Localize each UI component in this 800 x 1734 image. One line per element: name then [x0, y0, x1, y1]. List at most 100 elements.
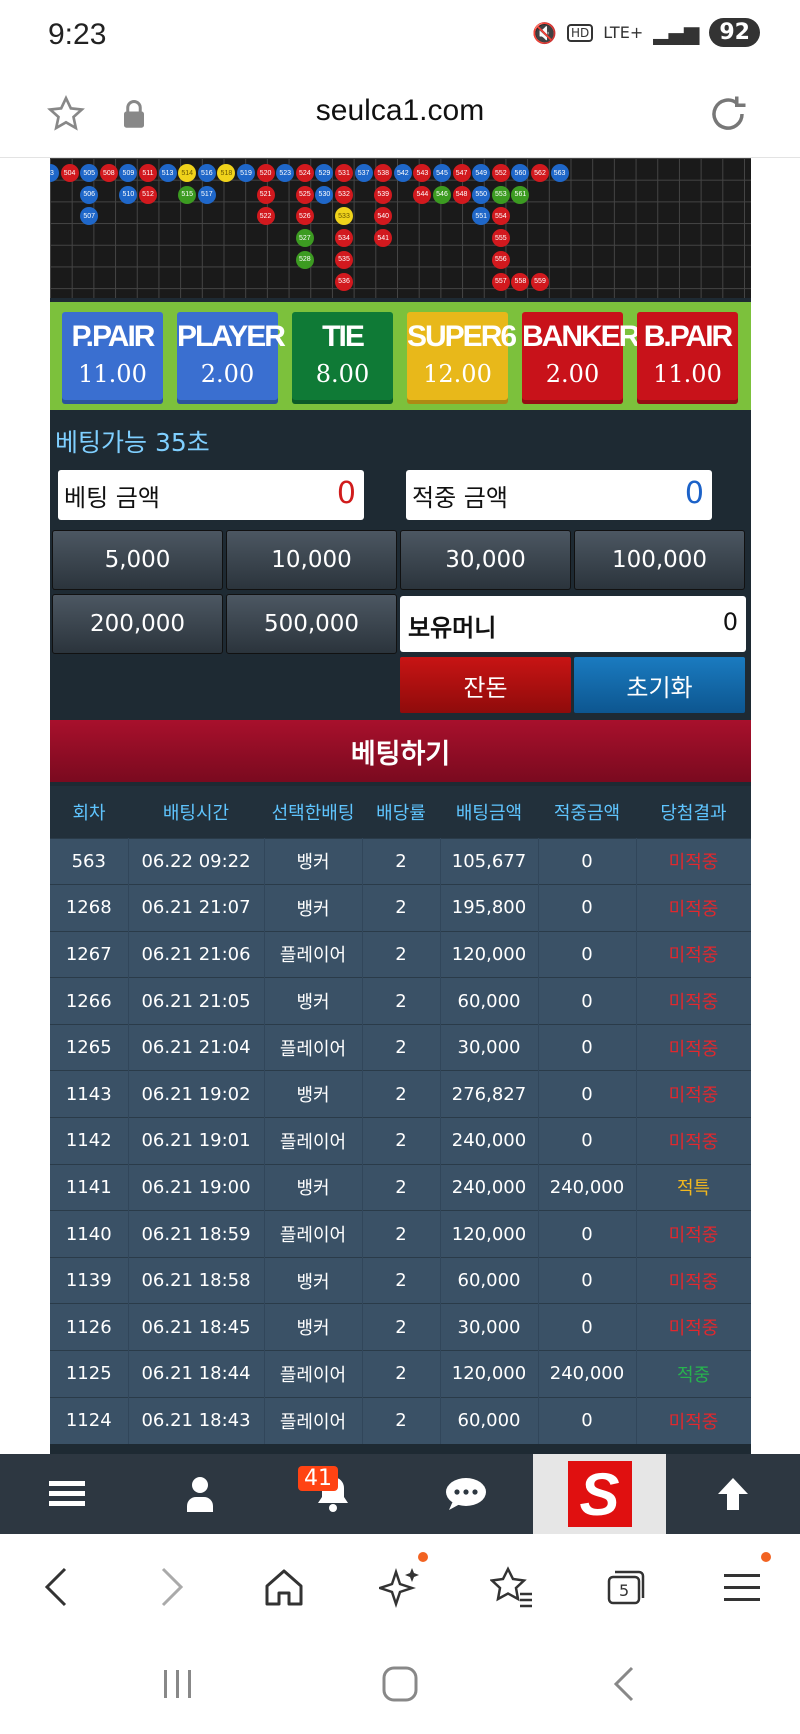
menu-icon[interactable] [0, 1454, 133, 1534]
cell-pick: 플레이어 [264, 1117, 363, 1165]
cell-odds: 2 [362, 930, 441, 978]
roadmap-bead: 561 [511, 185, 530, 204]
cell-time: 06.21 21:04 [128, 1023, 265, 1071]
cell-odds: 2 [362, 1023, 441, 1071]
banker-bet-button[interactable]: BANKER 2.00 [522, 312, 640, 404]
cell-bet: 30,000 [440, 1023, 539, 1071]
roadmap-bead: 559 [531, 272, 549, 291]
table-row: 1142 06.21 19:01 플레이어 2 240,000 0 미적중 [50, 1117, 751, 1165]
table-row: 1140 06.21 18:59 플레이어 2 120,000 0 미적중 [50, 1210, 751, 1258]
cell-result: 적특 [636, 1163, 751, 1211]
cell-win: 0 [538, 884, 637, 932]
roadmap-bead: 553 [491, 185, 510, 204]
cell-result: 미적중 [636, 1070, 751, 1118]
cell-win: 0 [538, 1210, 637, 1258]
cell-win: 0 [538, 837, 637, 885]
chat-icon[interactable] [399, 1454, 532, 1534]
cell-round: 1267 [50, 930, 129, 978]
cell-result: 미적중 [636, 1117, 751, 1165]
roadmap-bead: 534 [335, 229, 353, 248]
chip-30000-button[interactable]: 30,000 [400, 530, 571, 590]
super6-bet-button[interactable]: SUPER6 12.00 [407, 312, 517, 404]
chip-10000-button[interactable]: 10,000 [226, 530, 397, 590]
tabs-icon[interactable]: 5 [596, 1562, 656, 1612]
chip-500000-button[interactable]: 500,000 [226, 594, 397, 654]
roadmap-bead: 560 [511, 164, 530, 182]
table-row: 1125 06.21 18:44 플레이어 2 120,000 240,000 적중 [50, 1350, 751, 1398]
column-header: 배당률 [362, 786, 440, 838]
table-row: 1141 06.21 19:00 뱅커 2 240,000 240,000 적특 [50, 1163, 751, 1211]
user-icon[interactable] [133, 1454, 266, 1534]
cell-time: 06.21 19:02 [128, 1070, 265, 1118]
roadmap-bead: 532 [335, 185, 353, 204]
roadmap-bead: 533 [335, 207, 353, 226]
cell-round: 1142 [50, 1117, 129, 1165]
chip-200000-button[interactable]: 200,000 [52, 594, 223, 654]
url-bar: seulca1.com [0, 74, 800, 158]
p-pair-bet-button[interactable]: P.PAIR 11.00 [62, 312, 163, 404]
cell-round: 1266 [50, 977, 129, 1025]
reset-button[interactable]: 초기화 [574, 657, 745, 713]
cell-win: 0 [538, 930, 637, 978]
cell-round: 1126 [50, 1303, 129, 1351]
chip-100000-button[interactable]: 100,000 [574, 530, 745, 590]
home-icon[interactable] [254, 1562, 314, 1612]
cell-round: 1268 [50, 884, 129, 932]
cell-pick: 플레이어 [264, 1396, 363, 1444]
column-header: 회차 [50, 786, 128, 838]
recent-apps-icon[interactable] [148, 1664, 208, 1704]
cell-odds: 2 [362, 837, 441, 885]
roadmap-bead: 535 [335, 250, 353, 269]
sparkle-icon[interactable] [370, 1562, 430, 1612]
bet-option-odds: 8.00 [315, 360, 370, 388]
roadmap-bead: 557 [491, 272, 510, 291]
roadmap-bead: 550 [472, 185, 491, 204]
roadmap-bead: 525 [295, 185, 314, 204]
system-back-icon[interactable] [594, 1664, 654, 1704]
cell-result: 미적중 [636, 1303, 751, 1351]
url-text[interactable]: seulca1.com [0, 94, 800, 128]
roadmap-bead: 542 [393, 164, 412, 182]
system-home-icon[interactable] [370, 1664, 430, 1704]
cell-pick: 뱅커 [264, 1303, 363, 1351]
roadmap-bead: 03 [50, 164, 59, 182]
forward-icon[interactable] [142, 1562, 202, 1612]
network-label: LTE+ [603, 23, 644, 42]
cell-win: 0 [538, 1117, 637, 1165]
tie-bet-button[interactable]: TIE 8.00 [292, 312, 393, 404]
cell-pick: 플레이어 [264, 1023, 363, 1071]
cell-round: 1139 [50, 1256, 129, 1304]
status-icons: 🔇 HD LTE+ ▂▄▆ 92 [532, 18, 760, 47]
chip-5000-button[interactable]: 5,000 [52, 530, 223, 590]
cell-bet: 120,000 [440, 930, 539, 978]
bet-option-odds: 11.00 [78, 360, 147, 388]
cell-pick: 플레이어 [264, 1350, 363, 1398]
table-header-row: 회차 배팅시간 선택한배팅 배당률 배팅금액 적중금액 당첨결과 [50, 786, 751, 838]
column-header: 배팅시간 [128, 786, 264, 838]
balance-button[interactable]: 잔돈 [400, 657, 571, 713]
cell-pick: 플레이어 [264, 1210, 363, 1258]
browser-menu-icon[interactable] [712, 1562, 772, 1612]
scroll-top-icon[interactable] [666, 1454, 799, 1534]
cell-round: 1143 [50, 1070, 129, 1118]
table-row: 1268 06.21 21:07 뱅커 2 195,800 0 미적중 [50, 884, 751, 932]
reload-icon[interactable] [706, 92, 750, 136]
site-logo[interactable]: S [533, 1454, 666, 1534]
win-amount-value: 0 [684, 476, 704, 511]
roadmap-bead: 537 [354, 164, 373, 182]
player-bet-button[interactable]: PLAYER 2.00 [177, 312, 286, 404]
cell-time: 06.21 18:45 [128, 1303, 265, 1351]
cell-odds: 2 [362, 1350, 441, 1398]
roadmap-bead: 546 [433, 185, 451, 204]
cell-win: 0 [538, 977, 637, 1025]
cell-round: 1124 [50, 1396, 129, 1444]
back-icon[interactable] [26, 1562, 86, 1612]
b-pair-bet-button[interactable]: B.PAIR 11.00 [637, 312, 738, 404]
cell-time: 06.21 21:05 [128, 977, 265, 1025]
status-bar: 9:23 🔇 HD LTE+ ▂▄▆ 92 [0, 0, 800, 74]
place-bet-button[interactable]: 베팅하기 [50, 720, 751, 782]
table-row: 1266 06.21 21:05 뱅커 2 60,000 0 미적중 [50, 977, 751, 1025]
bookmarks-icon[interactable] [482, 1562, 542, 1612]
cell-result: 적중 [636, 1350, 751, 1398]
roadmap-bead: 547 [452, 164, 471, 182]
